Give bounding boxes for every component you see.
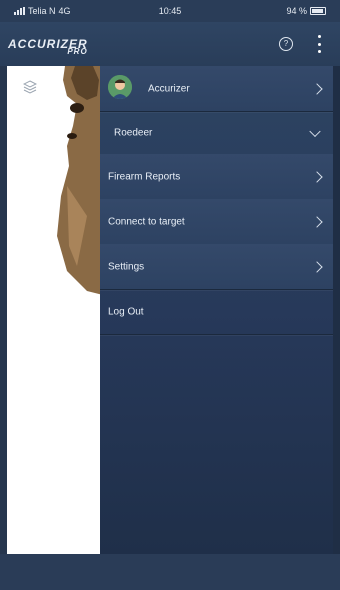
frame-right-edge bbox=[333, 0, 340, 590]
drawer-item-label: Firearm Reports bbox=[108, 171, 181, 182]
battery-info: 94 % bbox=[286, 6, 326, 16]
battery-percent: 94 % bbox=[286, 6, 307, 16]
drawer-item-connect-to-target[interactable]: Connect to target bbox=[100, 199, 333, 245]
background-page bbox=[7, 66, 100, 554]
layers-icon[interactable] bbox=[23, 80, 37, 94]
chevron-right-icon bbox=[311, 82, 323, 95]
help-icon[interactable]: ? bbox=[279, 37, 293, 51]
drawer-user-item[interactable]: Accurizer bbox=[100, 66, 333, 112]
battery-icon bbox=[310, 7, 326, 15]
drawer-item-label: Connect to target bbox=[108, 216, 185, 227]
chevron-right-icon bbox=[311, 260, 323, 273]
navigation-drawer: Accurizer Roedeer Firearm Reports Connec… bbox=[100, 66, 333, 554]
chevron-right-icon bbox=[311, 170, 323, 183]
deer-image bbox=[57, 66, 100, 295]
bottom-bar bbox=[0, 554, 340, 590]
drawer-item-settings[interactable]: Settings bbox=[100, 244, 333, 290]
app-logo: ACCURIZER PRO bbox=[8, 38, 88, 56]
drawer-item-log-out[interactable]: Log Out bbox=[100, 289, 333, 335]
user-name: Accurizer bbox=[148, 83, 190, 94]
chevron-down-icon bbox=[309, 125, 321, 137]
chevron-right-icon bbox=[311, 215, 323, 228]
drawer-item-label: Settings bbox=[108, 261, 145, 272]
status-bar: Telia N 4G 10:45 94 % bbox=[0, 0, 340, 22]
app-header: ACCURIZER PRO ? bbox=[0, 22, 340, 66]
drawer-item-label: Log Out bbox=[108, 306, 144, 317]
avatar bbox=[108, 75, 132, 99]
drawer-profile-item[interactable]: Roedeer bbox=[100, 111, 333, 155]
frame-left-edge bbox=[0, 0, 7, 590]
profile-name: Roedeer bbox=[114, 127, 153, 138]
drawer-item-firearm-reports[interactable]: Firearm Reports bbox=[100, 154, 333, 200]
more-vertical-icon[interactable] bbox=[318, 35, 322, 53]
